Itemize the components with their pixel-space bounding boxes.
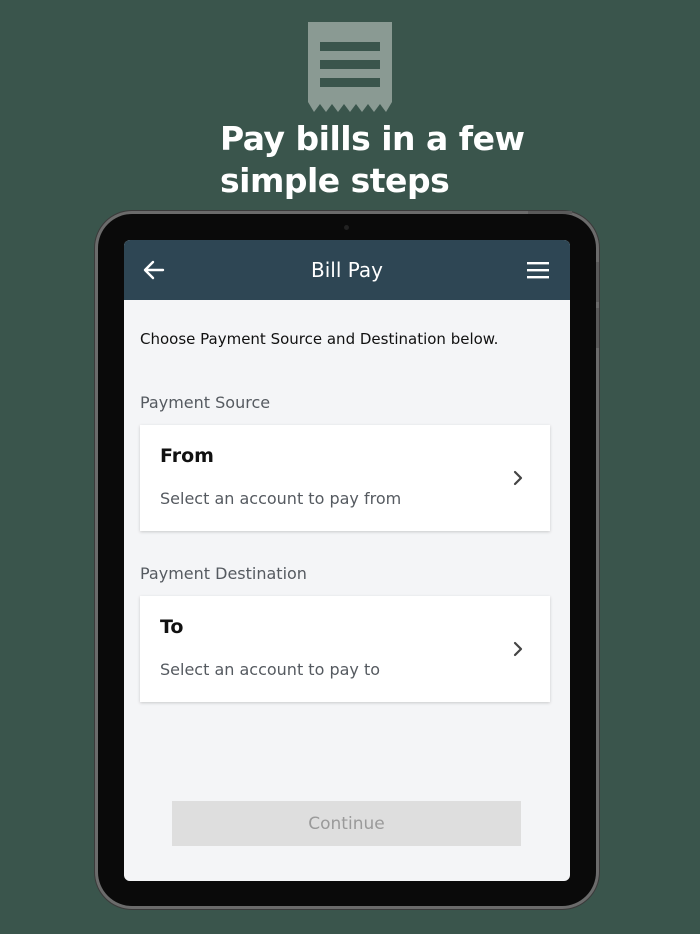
- tablet-side-button-1: [596, 262, 599, 302]
- camera-dot: [344, 225, 349, 230]
- chevron-right-icon: [513, 470, 523, 486]
- tablet-top-button: [528, 211, 572, 214]
- tablet-side-button-2: [596, 308, 599, 348]
- nav-bar: Bill Pay: [124, 240, 570, 300]
- payment-source-label: Payment Source: [140, 393, 271, 412]
- headline-line-2: simple steps: [220, 161, 450, 200]
- payment-source-selector[interactable]: From Select an account to pay from: [140, 425, 550, 531]
- headline-line-1: Pay bills in a few: [220, 119, 525, 158]
- chevron-right-icon: [513, 641, 523, 657]
- app-screen: Bill Pay Choose Payment Source and Desti…: [124, 240, 570, 881]
- from-placeholder: Select an account to pay from: [160, 489, 402, 508]
- to-title: To: [160, 616, 184, 638]
- instruction-text: Choose Payment Source and Destination be…: [140, 330, 499, 348]
- receipt-icon: [308, 22, 392, 112]
- payment-destination-label: Payment Destination: [140, 564, 307, 583]
- page-title: Bill Pay: [310, 258, 383, 282]
- from-title: From: [160, 445, 214, 467]
- promo-headline: Pay bills in a few simple steps: [220, 118, 680, 202]
- continue-button[interactable]: Continue: [172, 801, 521, 846]
- to-placeholder: Select an account to pay to: [160, 660, 381, 679]
- hamburger-menu-icon[interactable]: [526, 259, 550, 281]
- arrow-left-icon[interactable]: [142, 258, 166, 282]
- payment-destination-selector[interactable]: To Select an account to pay to: [140, 596, 550, 702]
